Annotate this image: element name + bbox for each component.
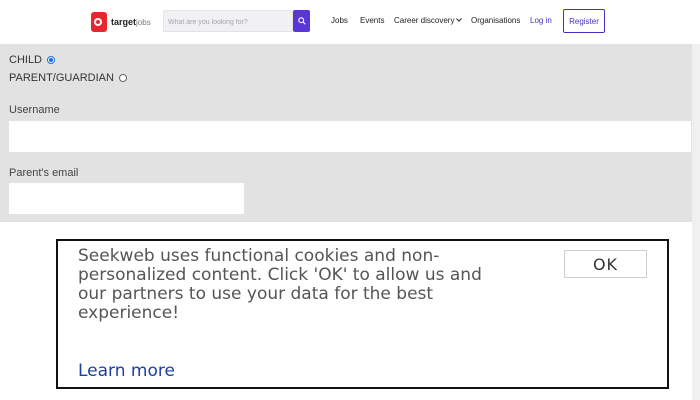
username-label: Username [9, 104, 60, 116]
ok-button[interactable]: OK [564, 250, 647, 278]
parent-email-label: Parent's email [9, 167, 79, 179]
radio-label-child: CHILD [9, 54, 43, 66]
radio-button-parent-guardian[interactable] [118, 74, 127, 82]
nav-career-discovery[interactable]: Career discovery [394, 16, 463, 25]
radio-option-child[interactable]: CHILD [9, 54, 56, 66]
parent-email-input[interactable] [9, 183, 244, 214]
chevron-down-icon [456, 18, 463, 22]
top-navigation-bar: target jobs Jobs Events Career discovery… [0, 0, 700, 45]
scrollbar-track[interactable] [692, 44, 700, 400]
search-icon [297, 17, 306, 25]
logo-suffix: jobs [136, 17, 151, 27]
signup-form: CHILD PARENT/GUARDIAN Username Parent's … [0, 44, 692, 222]
nav-organisations[interactable]: Organisations [471, 16, 520, 25]
cookie-consent-banner: Seekweb uses functional cookies and non-… [56, 239, 669, 389]
nav-events[interactable]: Events [360, 16, 384, 25]
search-input[interactable] [164, 12, 293, 33]
radio-option-parent-guardian[interactable]: PARENT/GUARDIAN [9, 72, 127, 84]
username-input[interactable] [9, 121, 691, 152]
logo-text: target [111, 17, 137, 27]
search-box [163, 10, 293, 33]
login-link[interactable]: Log in [530, 16, 552, 25]
cookie-message: Seekweb uses functional cookies and non-… [78, 246, 482, 323]
nav-career-discovery-label: Career discovery [394, 16, 455, 25]
learn-more-link[interactable]: Learn more [78, 361, 175, 381]
nav-jobs[interactable]: Jobs [331, 16, 348, 25]
site-logo[interactable]: target jobs [91, 11, 151, 33]
register-button[interactable]: Register [563, 9, 605, 33]
search-button[interactable] [293, 10, 310, 32]
radio-button-child[interactable] [47, 56, 56, 64]
logo-icon [91, 12, 107, 32]
radio-label-parent-guardian: PARENT/GUARDIAN [9, 72, 114, 84]
